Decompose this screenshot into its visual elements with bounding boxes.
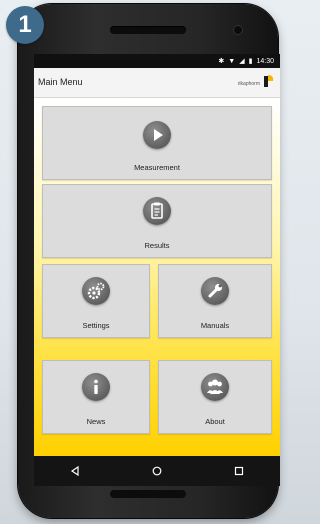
results-button[interactable]: Results: [42, 184, 272, 258]
settings-button[interactable]: Settings: [42, 264, 150, 338]
app-screen: ✱ ▼ ◢ ▮ 14:30 Main Menu rikaphorm Measur…: [34, 54, 280, 486]
document-icon: [143, 197, 171, 225]
main-menu: Measurement Results Settings Manuals New…: [34, 98, 280, 456]
app-bar: Main Menu rikaphorm: [34, 68, 280, 98]
wifi-icon: ▼: [228, 57, 236, 65]
about-button[interactable]: About: [158, 360, 272, 434]
measurement-button[interactable]: Measurement: [42, 106, 272, 180]
about-label: About: [205, 417, 225, 426]
bluetooth-icon: ✱: [218, 57, 225, 65]
battery-icon: ▮: [248, 57, 253, 65]
status-time: 14:30: [256, 57, 274, 65]
bottom-speaker: [110, 490, 186, 498]
system-nav-bar: [34, 456, 280, 486]
manuals-label: Manuals: [200, 321, 230, 330]
earpiece-speaker: [110, 26, 186, 34]
brand-name: rikaphorm: [237, 81, 260, 87]
wrench-icon: [201, 277, 229, 305]
people-icon: [201, 373, 229, 401]
news-label: News: [86, 417, 106, 426]
play-icon: [143, 121, 171, 149]
signal-icon: ◢: [239, 57, 245, 65]
home-icon: [152, 466, 162, 476]
status-bar: ✱ ▼ ◢ ▮ 14:30: [34, 54, 280, 68]
home-button[interactable]: [145, 461, 169, 481]
brand-mark-icon: [264, 75, 274, 87]
gears-icon: [82, 277, 110, 305]
back-icon: [70, 465, 79, 477]
settings-label: Settings: [82, 321, 110, 330]
recents-button[interactable]: [227, 461, 251, 481]
recents-icon: [234, 466, 244, 476]
info-icon: [82, 373, 110, 401]
manuals-button[interactable]: Manuals: [158, 264, 272, 338]
news-button[interactable]: News: [42, 360, 150, 434]
front-camera: [234, 26, 242, 34]
brand-logo: rikaphorm: [238, 74, 274, 88]
back-button[interactable]: [63, 461, 87, 481]
results-label: Results: [144, 241, 170, 250]
step-number-badge: 1: [6, 6, 44, 44]
page-title: Main Menu: [38, 77, 83, 87]
measurement-label: Measurement: [134, 163, 180, 172]
